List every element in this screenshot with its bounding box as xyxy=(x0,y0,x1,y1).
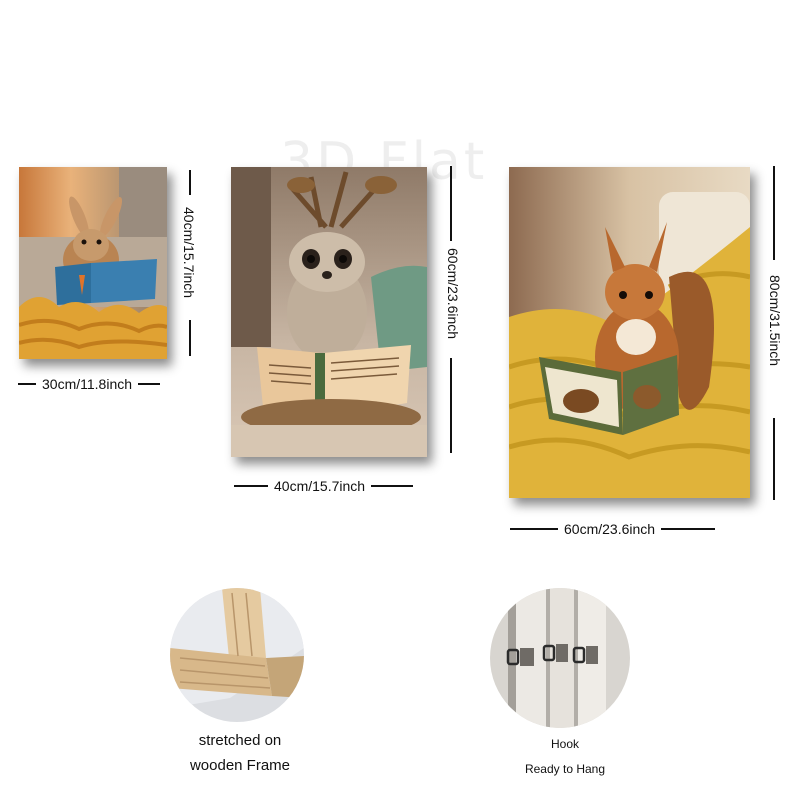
hook-photo xyxy=(490,588,630,728)
height-label-squirrel: 80cm/31.5inch xyxy=(767,275,783,367)
frame-caption-line1: stretched on xyxy=(198,732,282,749)
width-label-rabbit: 30cm/11.8inch xyxy=(42,376,133,392)
width-line-left xyxy=(18,383,36,385)
hook-icon xyxy=(490,588,630,728)
hook-caption-line2: Ready to Hang xyxy=(524,762,606,776)
height-line-bottom-squirrel xyxy=(773,418,775,500)
width-label-meerkat: 40cm/15.7inch xyxy=(274,478,366,494)
width-line-right xyxy=(138,383,161,385)
width-dimension-rabbit: 30cm/11.8inch xyxy=(18,376,161,392)
squirrel-image xyxy=(509,167,750,498)
height-line-bottom-meerkat xyxy=(450,358,452,453)
canvas-panel-rabbit xyxy=(19,167,167,359)
frame-caption-line2: wooden Frame xyxy=(189,757,291,774)
width-label-squirrel: 60cm/23.6inch xyxy=(564,521,656,537)
width-line-right xyxy=(371,485,414,487)
height-label-rabbit: 40cm/15.7inch xyxy=(181,207,197,299)
canvas-panel-squirrel xyxy=(509,167,750,498)
height-line-top-meerkat xyxy=(450,166,452,241)
hook-caption-line1: Hook xyxy=(550,737,579,751)
canvas-panel-meerkat xyxy=(231,167,427,457)
height-line-top-rabbit xyxy=(189,170,191,195)
width-line-right xyxy=(661,528,716,530)
height-line-bottom-rabbit xyxy=(189,320,191,356)
meerkat-image xyxy=(231,167,427,457)
height-line-top-squirrel xyxy=(773,166,775,260)
wooden-frame-photo xyxy=(170,588,304,722)
width-dimension-meerkat: 40cm/15.7inch xyxy=(234,478,414,494)
rabbit-image xyxy=(19,167,167,359)
width-line-left xyxy=(234,485,268,487)
height-label-meerkat: 60cm/23.6inch xyxy=(445,248,461,340)
wooden-frame-icon xyxy=(170,588,304,722)
width-dimension-squirrel: 60cm/23.6inch xyxy=(510,521,716,537)
width-line-left xyxy=(510,528,558,530)
